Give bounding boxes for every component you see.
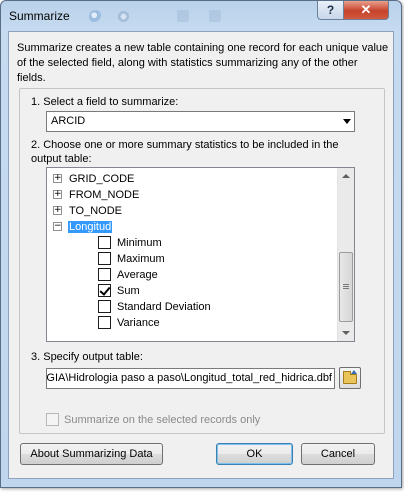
title-bar[interactable]: Summarize ? ✕ xyxy=(1,1,401,31)
stat-label: Maximum xyxy=(117,252,165,265)
scroll-down-button[interactable] xyxy=(338,325,354,341)
tree-node-to-node[interactable]: + TO_NODE xyxy=(53,203,123,218)
output-path-value: GIA\Hidrologia paso a paso\Longitud_tota… xyxy=(46,372,332,384)
arrow-up-icon xyxy=(342,174,350,178)
stat-label: Sum xyxy=(117,284,140,297)
stat-checkbox[interactable] xyxy=(98,252,111,265)
scroll-thumb[interactable] xyxy=(339,252,353,322)
stat-average[interactable]: Average xyxy=(98,267,159,282)
tree-node-label: Longitud xyxy=(68,220,113,233)
about-summarizing-button[interactable]: About Summarizing Data xyxy=(20,443,163,465)
step1-label: 1. Select a field to summarize: xyxy=(31,96,179,108)
dialog-body: Summarize creates a new table containing… xyxy=(8,31,394,479)
expand-icon[interactable]: + xyxy=(53,190,62,199)
stat-minimum[interactable]: Minimum xyxy=(98,235,163,250)
stat-checkbox[interactable] xyxy=(98,284,111,297)
help-icon: ? xyxy=(326,3,335,17)
open-folder-icon xyxy=(343,371,357,384)
field-select-value: ARCID xyxy=(51,115,86,127)
stat-maximum[interactable]: Maximum xyxy=(98,251,166,266)
tree-node-label: GRID_CODE xyxy=(69,172,135,185)
stat-checkbox[interactable] xyxy=(98,268,111,281)
background-app-icon xyxy=(89,10,102,23)
tree-node-label: TO_NODE xyxy=(69,204,122,217)
close-icon: ✕ xyxy=(360,2,372,17)
summarize-dialog: Summarize ? ✕ Summarize creates a new ta… xyxy=(0,0,402,488)
selected-only-checkbox[interactable] xyxy=(46,413,59,426)
expand-icon[interactable]: + xyxy=(53,174,62,183)
stat-sum[interactable]: Sum xyxy=(98,283,141,298)
help-button[interactable]: ? xyxy=(317,1,344,20)
cancel-button-label: Cancel xyxy=(320,448,356,460)
background-app-icon xyxy=(177,10,189,22)
ok-button-label: OK xyxy=(246,448,263,460)
tree-node-from-node[interactable]: + FROM_NODE xyxy=(53,187,140,202)
stat-standard-deviation[interactable]: Standard Deviation xyxy=(98,299,212,314)
stat-variance[interactable]: Variance xyxy=(98,315,161,330)
background-app-icon xyxy=(209,10,221,22)
stat-checkbox[interactable] xyxy=(98,300,111,313)
chevron-down-icon[interactable] xyxy=(343,119,351,124)
stat-label: Standard Deviation xyxy=(117,300,211,313)
grip-icon xyxy=(343,284,349,285)
browse-button[interactable] xyxy=(339,367,361,389)
tree-node-longitud[interactable]: − Longitud xyxy=(53,219,113,234)
stat-checkbox[interactable] xyxy=(98,316,111,329)
grip-icon xyxy=(343,288,349,289)
expand-icon[interactable]: + xyxy=(53,206,62,215)
close-button[interactable]: ✕ xyxy=(343,1,389,20)
selected-only-label: Summarize on the selected records only xyxy=(64,414,261,426)
statistics-tree: + GRID_CODE + FROM_NODE + TO_NODE − Long… xyxy=(46,167,355,342)
stat-label: Average xyxy=(117,268,158,281)
tree-node-grid-code[interactable]: + GRID_CODE xyxy=(53,171,135,186)
tree-node-label: FROM_NODE xyxy=(69,188,140,201)
description-text: Summarize creates a new table containing… xyxy=(17,42,389,84)
tree-scrollbar[interactable] xyxy=(337,168,354,341)
stat-checkbox[interactable] xyxy=(98,236,111,249)
grip-icon xyxy=(343,286,349,287)
field-select[interactable]: ARCID xyxy=(46,111,355,132)
window-title: Summarize xyxy=(9,9,70,23)
ok-button[interactable]: OK xyxy=(216,443,293,465)
about-button-label: About Summarizing Data xyxy=(30,448,153,460)
output-table-field[interactable]: GIA\Hidrologia paso a paso\Longitud_tota… xyxy=(46,368,335,389)
cancel-button[interactable]: Cancel xyxy=(301,443,375,465)
step3-label: 3. Specify output table: xyxy=(31,351,143,363)
arrow-up-icon xyxy=(351,370,357,374)
background-app-icon xyxy=(117,10,130,23)
step2-label: 2. Choose one or more summary statistics… xyxy=(31,139,339,165)
scroll-up-button[interactable] xyxy=(338,168,354,184)
arrow-down-icon xyxy=(342,331,350,335)
collapse-icon[interactable]: − xyxy=(53,222,62,231)
stat-label: Variance xyxy=(117,316,160,329)
stat-label: Minimum xyxy=(117,236,162,249)
